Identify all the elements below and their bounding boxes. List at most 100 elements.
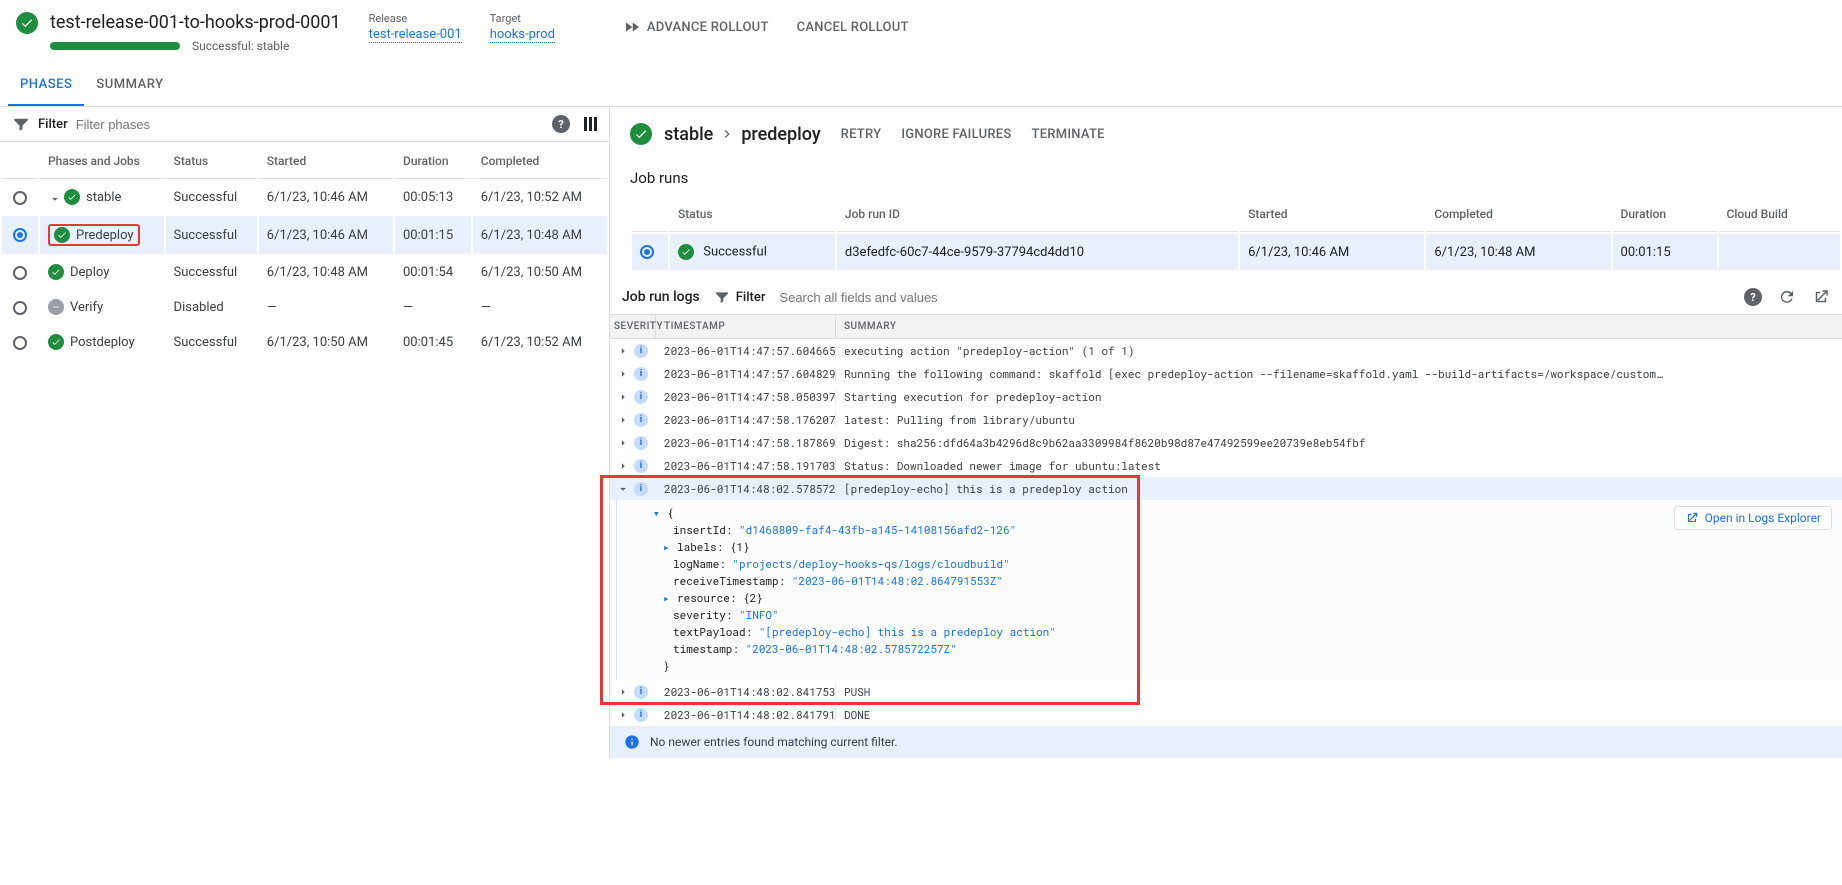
chevron-down-icon[interactable] — [616, 482, 630, 496]
log-summary: Starting execution for predeploy-action — [836, 389, 1842, 404]
severity-info-icon: i — [634, 436, 648, 450]
log-row[interactable]: i2023-06-01T14:47:57.604829649ZRunning t… — [610, 362, 1842, 385]
col-phases: Phases and Jobs — [40, 144, 164, 179]
release-link[interactable]: test-release-001 — [369, 27, 462, 43]
phase-radio[interactable] — [13, 336, 27, 350]
rollout-header: test-release-001-to-hooks-prod-0001 Succ… — [0, 0, 1842, 65]
col-status: Status — [166, 144, 257, 179]
log-summary: executing action "predeploy-action" (1 o… — [836, 343, 1842, 358]
log-timestamp: 2023-06-01T14:47:58.187869380Z — [656, 435, 836, 450]
jobrun-table: Status Job run ID Started Completed Dura… — [630, 195, 1842, 272]
chevron-right-icon[interactable] — [616, 413, 630, 427]
log-row[interactable]: i2023-06-01T14:48:02.578572257Z[predeplo… — [610, 477, 1842, 500]
severity-info-icon: i — [634, 367, 648, 381]
advance-rollout-button[interactable]: ADVANCE ROLLOUT — [623, 18, 769, 36]
release-label: Release — [369, 12, 462, 25]
log-summary: Digest: sha256:dfd64a3b4296d8c9b62aa3309… — [836, 435, 1842, 450]
log-timestamp: 2023-06-01T14:48:02.841791783Z — [656, 707, 836, 722]
status-icon — [48, 334, 64, 350]
log-col-timestamp: TIMESTAMP — [656, 315, 836, 338]
target-link[interactable]: hooks-prod — [490, 27, 555, 43]
tab-summary[interactable]: SUMMARY — [84, 65, 175, 106]
filter-icon — [12, 115, 30, 133]
severity-info-icon: i — [634, 482, 648, 496]
chevron-right-icon[interactable] — [616, 390, 630, 404]
severity-info-icon: i — [634, 413, 648, 427]
status-icon — [54, 227, 70, 243]
filter-icon — [714, 289, 730, 305]
chevron-right-icon — [719, 126, 735, 142]
open-external-icon[interactable] — [1812, 288, 1830, 306]
help-icon[interactable]: ? — [552, 115, 570, 133]
logbar-title: Job run logs — [622, 289, 700, 305]
phase-radio[interactable] — [13, 228, 27, 242]
columns-icon[interactable] — [584, 117, 597, 131]
log-timestamp: 2023-06-01T14:47:58.050397715Z — [656, 389, 836, 404]
status-icon — [64, 189, 80, 205]
chevron-right-icon[interactable] — [616, 685, 630, 699]
phase-row[interactable]: PostdeploySuccessful6/1/23, 10:50 AM00:0… — [2, 326, 607, 359]
log-timestamp: 2023-06-01T14:48:02.578572257Z — [656, 481, 836, 496]
tri-down-icon[interactable]: ▾ — [653, 505, 663, 520]
open-logs-explorer-button[interactable]: Open in Logs Explorer — [1674, 506, 1832, 530]
tab-bar: PHASES SUMMARY — [0, 65, 1842, 107]
log-row[interactable]: i 2023-06-01T14:47:58.050397715ZStarting … — [610, 385, 1842, 408]
log-summary: PUSH — [836, 684, 1842, 699]
col-started: Started — [259, 144, 393, 179]
tab-phases[interactable]: PHASES — [8, 65, 84, 106]
log-row[interactable]: i 2023-06-01T14:47:58.191703068ZStatus: D… — [610, 454, 1842, 477]
chevron-right-icon[interactable] — [616, 708, 630, 722]
status-subtitle: Successful: stable — [192, 39, 289, 53]
chevron-right-icon[interactable] — [616, 459, 630, 473]
log-timestamp: 2023-06-01T14:47:57.604829649Z — [656, 366, 836, 381]
severity-info-icon: i — [634, 708, 648, 722]
log-row[interactable]: i 2023-06-01T14:47:58.176207883Zlatest: P… — [610, 408, 1842, 431]
success-icon — [678, 244, 694, 260]
tri-right-icon[interactable]: ▸ — [663, 590, 673, 605]
phase-name: Postdeploy — [70, 335, 135, 350]
log-row[interactable]: i2023-06-01T14:48:02.841753210ZPUSH — [610, 680, 1842, 703]
ignore-failures-button[interactable]: IGNORE FAILURES — [901, 127, 1011, 142]
log-search-input[interactable] — [779, 290, 1730, 305]
chevron-right-icon[interactable] — [616, 367, 630, 381]
log-row[interactable]: i 2023-06-01T14:47:58.187869380ZDigest: s… — [610, 431, 1842, 454]
chevron-right-icon[interactable] — [616, 344, 630, 358]
phase-radio[interactable] — [13, 191, 27, 205]
log-timestamp: 2023-06-01T14:47:58.176207883Z — [656, 412, 836, 427]
phase-row[interactable]: PredeploySuccessful6/1/23, 10:46 AM00:01… — [2, 216, 607, 254]
phase-name: stable — [86, 190, 121, 205]
log-row[interactable]: i2023-06-01T14:47:57.604665868Zexecuting… — [610, 339, 1842, 362]
phase-radio[interactable] — [13, 301, 27, 315]
log-filter-button[interactable]: Filter — [714, 289, 766, 305]
help-icon[interactable]: ? — [1744, 288, 1762, 306]
phase-row[interactable]: VerifyDisabled——— — [2, 291, 607, 324]
retry-button[interactable]: RETRY — [841, 127, 882, 142]
refresh-icon[interactable] — [1778, 288, 1796, 306]
chevron-right-icon[interactable] — [616, 436, 630, 450]
jobruns-heading: Job runs — [610, 157, 1842, 195]
log-summary: latest: Pulling from library/ubuntu — [836, 412, 1842, 427]
severity-info-icon: i — [634, 685, 648, 699]
tri-right-icon[interactable]: ▸ — [663, 539, 673, 554]
log-row[interactable]: i2023-06-01T14:48:02.841791783ZDONE — [610, 703, 1842, 726]
page-title: test-release-001-to-hooks-prod-0001 — [50, 12, 341, 33]
phase-row[interactable]: stableSuccessful6/1/23, 10:46 AM00:05:13… — [2, 181, 607, 214]
terminate-button[interactable]: TERMINATE — [1032, 127, 1105, 142]
filter-input[interactable] — [76, 117, 544, 132]
jobrun-row[interactable]: Successful d3efedfc-60c7-44ce-9579-37794… — [632, 234, 1840, 270]
log-summary: Status: Downloaded newer image for ubunt… — [836, 458, 1842, 473]
phases-table: Phases and Jobs Status Started Duration … — [0, 142, 609, 361]
breadcrumb-stable: stable — [664, 124, 713, 145]
open-external-icon — [1685, 511, 1699, 525]
severity-info-icon: i — [634, 459, 648, 473]
cancel-rollout-button[interactable]: CANCEL ROLLOUT — [797, 20, 909, 35]
severity-info-icon: i — [634, 344, 648, 358]
severity-info-icon: i — [634, 390, 648, 404]
success-icon — [630, 123, 652, 145]
jobrun-radio[interactable] — [640, 245, 654, 259]
log-timestamp: 2023-06-01T14:47:58.191703068Z — [656, 458, 836, 473]
phase-radio[interactable] — [13, 266, 27, 280]
chevron-down-icon[interactable] — [48, 192, 62, 206]
phase-row[interactable]: DeploySuccessful6/1/23, 10:48 AM00:01:54… — [2, 256, 607, 289]
log-col-summary: SUMMARY — [836, 315, 1842, 338]
